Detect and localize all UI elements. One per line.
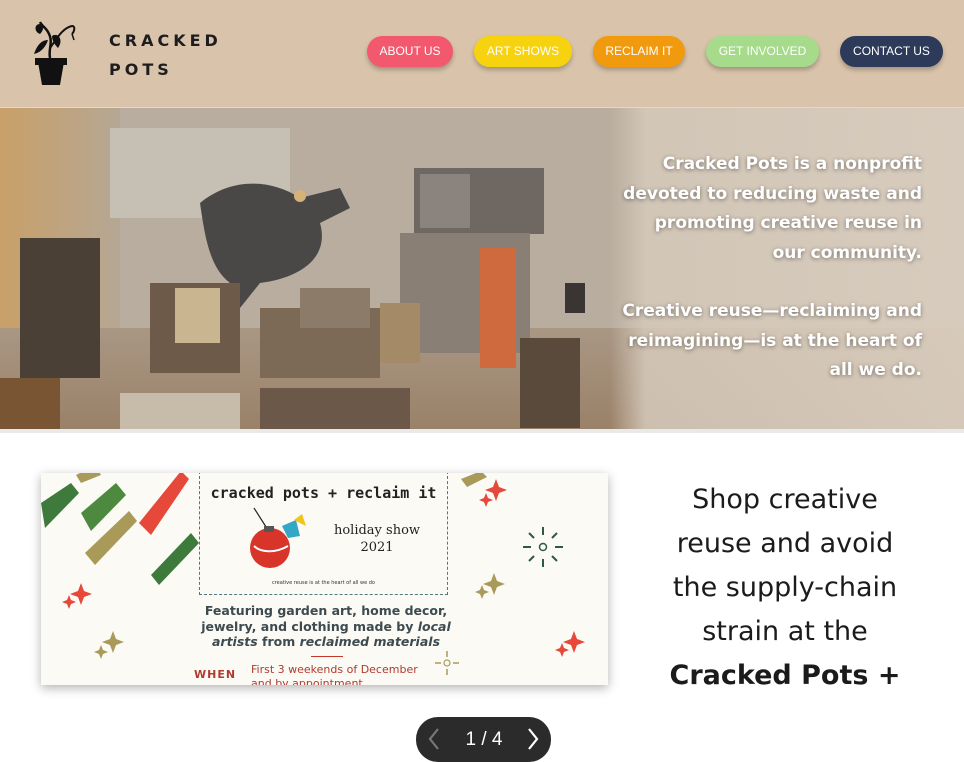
poster-description: Featuring garden art, home decor, jewelr… [191,603,461,650]
brand-line-1: CRACKED [109,31,222,50]
holiday-show-poster-slide[interactable]: cracked pots + reclaim it holiday show 2… [41,473,608,685]
poster-divider [311,656,343,657]
poster-tagline: creative reuse is at the heart of all we… [271,580,375,586]
poster-title: cracked pots + reclaim it [210,484,437,502]
promo-line-5: Cracked Pots + [660,654,910,690]
poster-desc-line-3c: reclaimed materials [299,634,441,649]
site-brand-name[interactable]: CRACKED POTS [109,26,222,84]
poster-subtitle-line-1: holiday show [333,523,421,538]
promo-line-4: strain at the [702,616,868,647]
poster-when-value: First 3 weekends of December and by appo… [251,663,418,685]
poster-subtitle-line-2: 2021 [360,540,394,555]
chevron-left-icon[interactable] [424,727,444,751]
nav-contact-us-button[interactable]: CONTACT US [840,36,943,67]
nav-get-involved-button[interactable]: GET INVOLVED [706,36,819,67]
hero-section: Cracked Pots is a nonprofit devoted to r… [0,108,964,430]
site-header: CRACKED POTS ABOUT US ART SHOWS RECLAIM … [0,0,964,108]
slide-counter: 1 / 4 [465,729,503,750]
promo-line-2: reuse and avoid [676,528,894,559]
hero-paragraph-1: Cracked Pots is a nonprofit devoted to r… [623,154,922,263]
poster-desc-line-3: artists from reclaimed materials [191,634,461,650]
chevron-right-icon[interactable] [523,727,543,751]
nav-reclaim-it-button[interactable]: RECLAIM IT [593,36,685,67]
poster-desc-line-3a: artists [211,634,258,649]
poster-desc-line-2a: jewelry, and clothing made by [201,618,418,634]
hero-paragraph-2: Creative reuse—reclaiming and reimaginin… [622,301,922,380]
brand-line-2: POTS [109,60,173,79]
nav-about-us-button[interactable]: ABOUT US [367,36,453,67]
promo-line-5-bold: Cracked Pots + [669,660,901,690]
ornament-icon [250,507,306,568]
poster-desc-line-1: Featuring garden art, home decor, [204,603,448,618]
poster-desc-line-2: jewelry, and clothing made by local [191,619,461,635]
poster-when-line-1: First 3 weekends of December [251,663,418,676]
section-divider [0,429,964,433]
poster-title-frame: cracked pots + reclaim it holiday show 2… [199,473,448,595]
poster-when-line-2: and by appointment [251,677,363,685]
poster-desc-line-2b: local [417,618,451,634]
poster-when-label: WHEN [194,668,237,681]
promo-line-3: the supply-chain [672,572,898,603]
slide-promo-text: Shop creative reuse and avoid the supply… [660,478,910,690]
poster-desc-line-3b: from [257,634,300,649]
promo-line-1: Shop creative [692,484,878,515]
nav-art-shows-button[interactable]: ART SHOWS [474,36,572,67]
poster-subtitle: holiday show 2021 [322,522,432,556]
hero-mission-text: Cracked Pots is a nonprofit devoted to r… [622,150,922,386]
slideshow-controls: 1 / 4 [416,717,551,762]
cracked-pot-plant-logo-icon[interactable] [28,18,80,88]
